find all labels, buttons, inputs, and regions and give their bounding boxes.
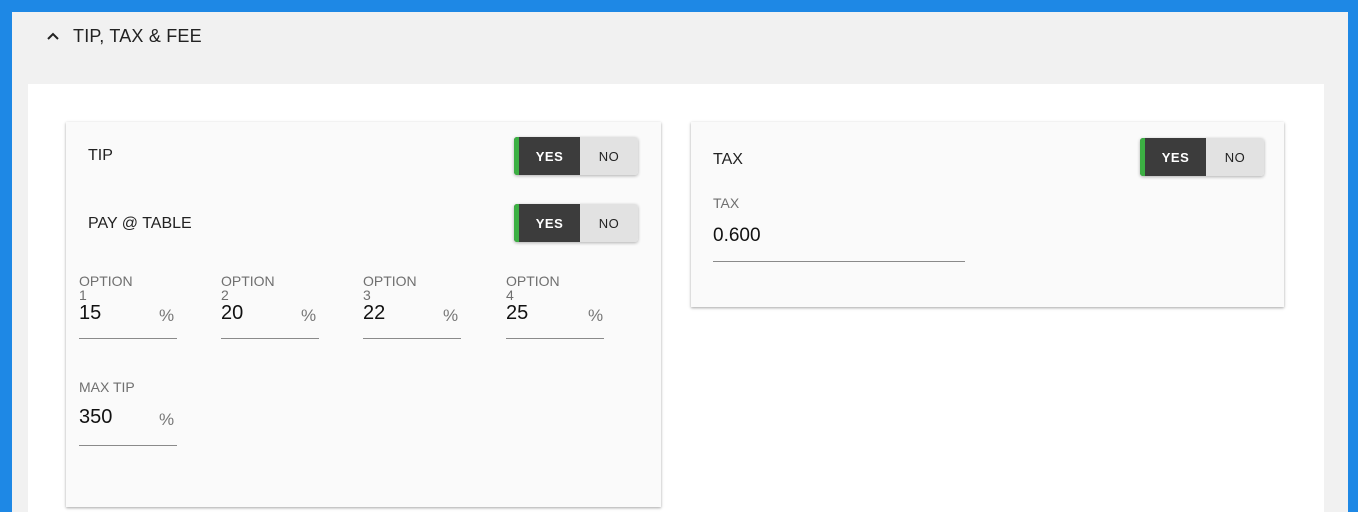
max-tip-underline: [79, 445, 177, 446]
tip-card: TIP YES NO PAY @ TABLE YES NO OPTION 1 1…: [66, 122, 661, 507]
option-1-label: OPTION: [79, 273, 133, 289]
tax-card: TAX YES NO TAX 0.600: [691, 122, 1284, 307]
option-2-field[interactable]: OPTION 2 20 %: [221, 272, 319, 342]
chevron-up-icon[interactable]: [46, 29, 60, 43]
option-3-number: 3: [363, 287, 371, 303]
option-1-unit: %: [159, 306, 175, 325]
option-2-unit: %: [301, 306, 317, 325]
option-1-input[interactable]: 15: [79, 302, 101, 325]
tax-label: TAX: [713, 151, 743, 168]
option-2-input[interactable]: 20: [221, 302, 243, 325]
tip-toggle-no[interactable]: NO: [580, 137, 638, 175]
pay-at-table-toggle-yes[interactable]: YES: [514, 204, 580, 242]
option-1-number: 1: [79, 287, 87, 303]
section-panel: TIP, TAX & FEE TIP YES NO PAY @ TABLE YE…: [12, 12, 1348, 512]
option-3-unit: %: [443, 306, 459, 325]
tax-rate-underline: [713, 261, 965, 262]
pay-at-table-label: PAY @ TABLE: [88, 215, 192, 232]
option-4-field[interactable]: OPTION 4 25 %: [506, 272, 604, 342]
tax-rate-field[interactable]: TAX 0.600: [713, 192, 965, 264]
section-content: TIP YES NO PAY @ TABLE YES NO OPTION 1 1…: [28, 84, 1324, 512]
tax-rate-input[interactable]: 0.600: [713, 225, 761, 247]
option-2-number: 2: [221, 287, 229, 303]
tip-label: TIP: [88, 147, 113, 164]
option-3-underline: [363, 338, 461, 339]
option-4-input[interactable]: 25: [506, 302, 528, 325]
max-tip-label: MAX TIP: [79, 379, 135, 395]
window-frame: TIP, TAX & FEE TIP YES NO PAY @ TABLE YE…: [0, 0, 1358, 512]
max-tip-input[interactable]: 350: [79, 406, 112, 429]
option-4-underline: [506, 338, 604, 339]
option-1-underline: [79, 338, 177, 339]
tip-toggle-yes[interactable]: YES: [514, 137, 580, 175]
option-4-number: 4: [506, 287, 514, 303]
option-3-input[interactable]: 22: [363, 302, 385, 325]
option-3-label: OPTION: [363, 273, 417, 289]
option-2-label: OPTION: [221, 273, 275, 289]
tip-toggle[interactable]: YES NO: [514, 137, 638, 175]
max-tip-unit: %: [159, 410, 175, 429]
section-header[interactable]: TIP, TAX & FEE: [12, 12, 1348, 82]
section-title: TIP, TAX & FEE: [73, 26, 202, 46]
max-tip-field[interactable]: MAX TIP 350 %: [79, 378, 177, 448]
pay-at-table-toggle[interactable]: YES NO: [514, 204, 638, 242]
option-3-field[interactable]: OPTION 3 22 %: [363, 272, 461, 342]
option-4-label: OPTION: [506, 273, 560, 289]
tax-rate-label: TAX: [713, 195, 740, 211]
pay-at-table-toggle-no[interactable]: NO: [580, 204, 638, 242]
option-2-underline: [221, 338, 319, 339]
tax-toggle-yes[interactable]: YES: [1140, 138, 1206, 176]
option-1-field[interactable]: OPTION 1 15 %: [79, 272, 177, 342]
tax-toggle-no[interactable]: NO: [1206, 138, 1264, 176]
option-4-unit: %: [588, 306, 604, 325]
tax-toggle[interactable]: YES NO: [1140, 138, 1264, 176]
